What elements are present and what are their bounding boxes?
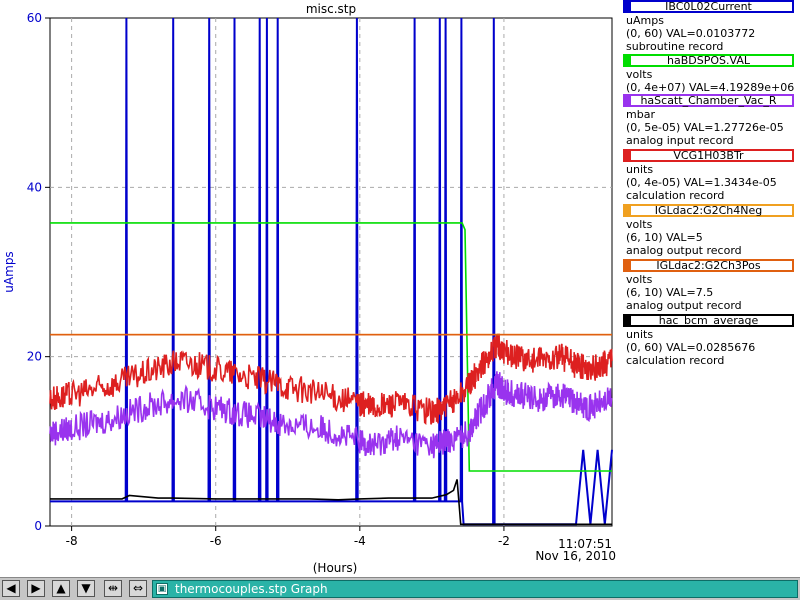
legend-entry-line3: analog output record — [626, 299, 742, 312]
legend-entry-name: haBDSPOS.VAL — [667, 54, 750, 67]
legend-entry-line2: (0, 4e+07) VAL=4.19289e+06 — [626, 81, 795, 94]
legend-swatch — [625, 151, 631, 160]
legend-entry-name: IGLdac2:G2Ch3Pos — [656, 259, 761, 272]
legend-entry-line2: (0, 5e-05) VAL=1.27726e-05 — [626, 121, 784, 134]
legend-entry-line1: volts — [626, 273, 653, 286]
legend-entry-line2: (6, 10) VAL=7.5 — [626, 286, 714, 299]
legend-entry-line3: analog input record — [626, 134, 734, 147]
legend-entry-line3: subroutine record — [626, 40, 724, 53]
legend-swatch — [625, 316, 631, 325]
legend-entry-line2: (0, 60) VAL=0.0285676 — [626, 341, 756, 354]
legend-entry-line1: volts — [626, 218, 653, 231]
expand-icon[interactable]: ⇹ — [104, 580, 122, 597]
legend-entry-line1: uAmps — [626, 14, 664, 27]
legend-entry-name: hac_bcm_average — [658, 314, 759, 327]
legend-entry-line2: (6, 10) VAL=5 — [626, 231, 703, 244]
x-axis-label: (Hours) — [313, 561, 358, 575]
y-tick-label: 60 — [27, 11, 42, 25]
plot-frame — [49, 17, 613, 527]
x-tick-label: -6 — [210, 534, 222, 548]
legend-entry-name: haScatt_Chamber_Vac_R — [640, 94, 777, 107]
legend-entry-name: VCG1H03BTr — [673, 149, 744, 162]
arrow-down-icon[interactable]: ▼ — [77, 580, 95, 597]
chart-title: misc.stp — [306, 2, 356, 16]
compress-icon[interactable]: ⇔ — [129, 580, 147, 597]
y-tick-label: 20 — [27, 350, 42, 364]
taskbar: ◀ ▶ ▲ ▼ ⇹ ⇔ ▣ thermocouples.stp Graph — [0, 577, 800, 600]
legend-panel: IBC0L02Current uAmps (0, 60) VAL=0.0103772… — [620, 0, 800, 577]
taskbar-window-button[interactable]: ▣ thermocouples.stp Graph — [152, 580, 798, 598]
x-tick-label: -4 — [354, 534, 366, 548]
legend-swatch — [625, 2, 631, 11]
legend-entry-name: IGLdac2:G2Ch4Neg — [654, 204, 763, 217]
legend-box[interactable]: hac_bcm_average — [623, 314, 794, 327]
x-tick-label: -2 — [498, 534, 510, 548]
legend-box[interactable]: IGLdac2:G2Ch3Pos — [623, 259, 794, 272]
legend-box[interactable]: haScatt_Chamber_Vac_R — [623, 94, 794, 107]
legend-swatch — [625, 56, 631, 65]
legend-box[interactable]: haBDSPOS.VAL — [623, 54, 794, 67]
legend-entry-line2: (0, 60) VAL=0.0103772 — [626, 27, 756, 40]
legend-box[interactable]: IBC0L02Current — [623, 0, 794, 13]
legend-swatch — [625, 261, 631, 270]
legend-entry-line3: analog output record — [626, 244, 742, 257]
line-chart: -8 -6 -4 -20204060misc.stp(Hours)uAmps11:07… — [2, 2, 616, 575]
timestamp-date: Nov 16, 2010 — [535, 549, 616, 563]
legend-entry-line3: calculation record — [626, 189, 725, 202]
taskbar-window-label: thermocouples.stp Graph — [175, 582, 328, 596]
arrow-up-icon[interactable]: ▲ — [52, 580, 70, 597]
y-tick-label: 40 — [27, 180, 42, 194]
legend-box[interactable]: VCG1H03BTr — [623, 149, 794, 162]
legend-entry-name: IBC0L02Current — [665, 0, 752, 13]
legend-entry-line1: units — [626, 328, 654, 341]
legend-entry-line1: mbar — [626, 108, 655, 121]
arrow-right-icon[interactable]: ▶ — [27, 580, 45, 597]
x-tick-label: -8 — [66, 534, 78, 548]
chart-area: -8 -6 -4 -2 0 20 40 60 misc.stp (Hours) uAmps 11:07… — [0, 0, 620, 577]
legend-swatch — [625, 206, 631, 215]
arrow-left-icon[interactable]: ◀ — [2, 580, 20, 597]
y-axis-label: uAmps — [2, 251, 16, 292]
legend-entry-line1: volts — [626, 68, 653, 81]
legend-entry-line1: units — [626, 163, 654, 176]
legend-entry-line2: (0, 4e-05) VAL=1.3434e-05 — [626, 176, 777, 189]
y-tick-label: 0 — [34, 519, 42, 533]
legend-entry-line3: calculation record — [626, 354, 725, 367]
legend-swatch — [625, 96, 631, 105]
legend-box[interactable]: IGLdac2:G2Ch4Neg — [623, 204, 794, 217]
window-icon: ▣ — [156, 583, 168, 595]
